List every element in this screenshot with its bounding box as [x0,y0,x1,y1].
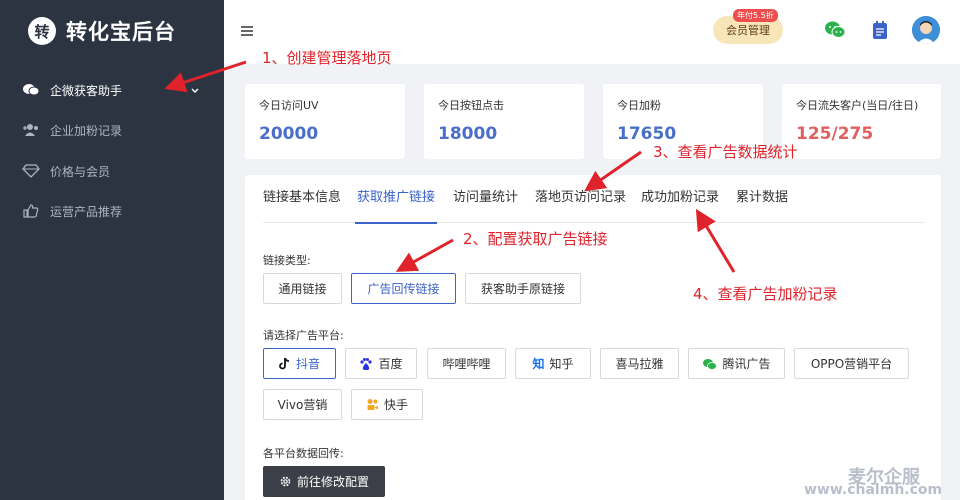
annotation-arrow-1 [164,60,247,93]
annotation-arrows [164,60,736,273]
annotation-arrow-4 [695,208,736,273]
annotation-3: 3、查看广告数据统计 [653,143,798,161]
annotation-1: 1、创建管理落地页 [262,49,392,67]
annotation-2: 2、配置获取广告链接 [463,230,608,248]
annotation-arrow-2 [395,238,454,272]
annotation-4: 4、查看广告加粉记录 [693,285,838,303]
watermark-url: www.chalmh.com [804,482,943,498]
annotation-arrow-3 [584,150,642,192]
